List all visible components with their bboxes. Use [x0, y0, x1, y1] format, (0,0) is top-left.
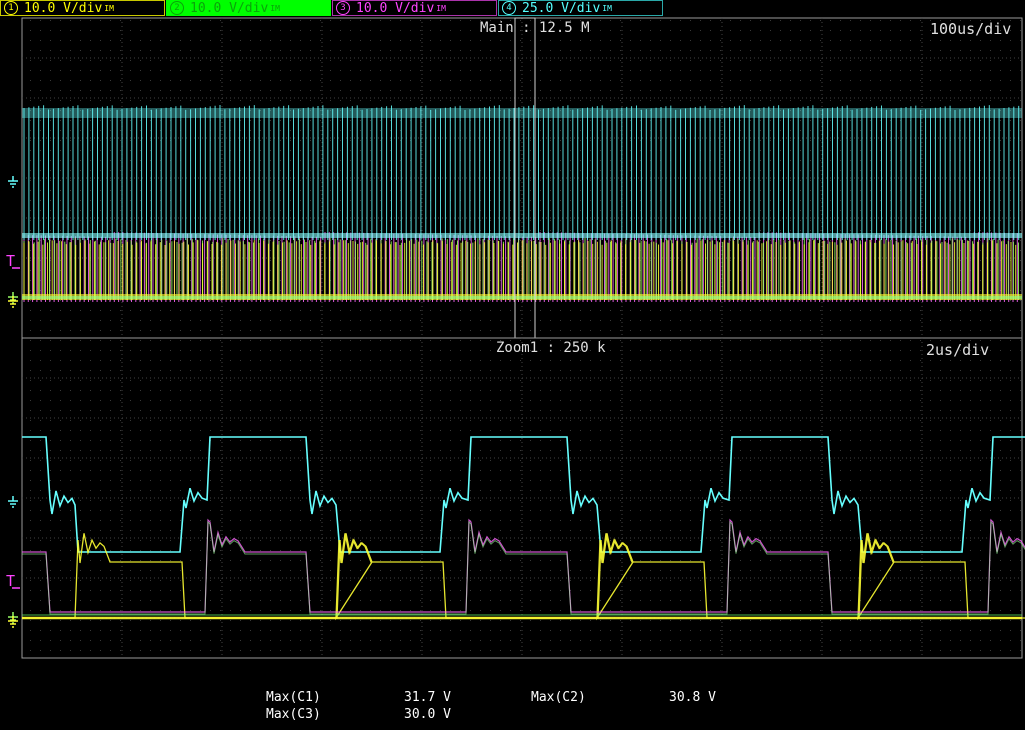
max-c2-value: 30.8 V: [669, 690, 716, 705]
max-c1-value: 31.7 V: [404, 690, 451, 705]
main-memory-label: Main : 12.5 M: [480, 20, 590, 36]
zoom-memory-label: Zoom1 : 250 k: [496, 340, 606, 356]
main-timebase: 100us/div: [930, 20, 1012, 38]
main-window: [21, 17, 1023, 339]
ch4-main-band: [22, 108, 1022, 118]
max-c3-value: 30.0 V: [404, 707, 451, 722]
max-c1-label: Max(C1): [266, 690, 321, 705]
zoom-window: [21, 337, 1025, 659]
scope-display: TT: [6, 17, 1025, 659]
max-c3-label: Max(C3): [266, 707, 321, 722]
ch2-main-band: [22, 296, 1022, 299]
zoom-timebase: 2us/div: [926, 341, 990, 359]
channel-markers: TT: [6, 176, 20, 628]
ch4-main-band: [22, 233, 1022, 238]
ground-icon: [8, 176, 18, 188]
max-c2-label: Max(C2): [531, 690, 586, 705]
ground-icon: [8, 496, 18, 508]
